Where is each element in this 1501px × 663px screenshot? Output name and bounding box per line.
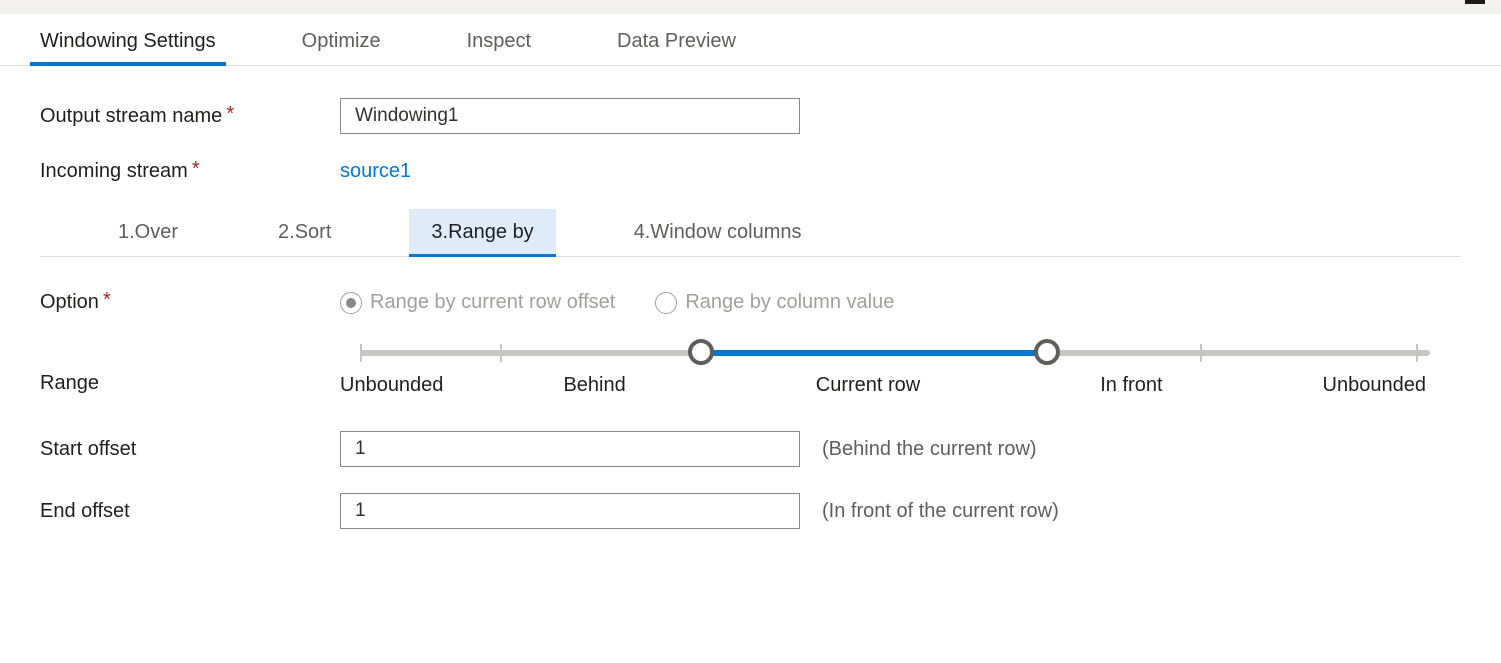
- output-stream-input[interactable]: [340, 98, 800, 134]
- slider-track: [340, 340, 1430, 364]
- tab-windowing-settings[interactable]: Windowing Settings: [30, 24, 226, 65]
- range-label: Range: [40, 340, 340, 395]
- slider-labels: Unbounded Behind Current row In front Un…: [340, 374, 1430, 397]
- menu-indicator-icon: [1465, 0, 1485, 4]
- incoming-stream-label: Incoming stream*: [40, 160, 340, 183]
- output-stream-label: Output stream name*: [40, 105, 340, 128]
- end-offset-input[interactable]: [340, 493, 800, 529]
- slider-mark-in-front: In front: [1100, 374, 1162, 397]
- incoming-stream-label-text: Incoming stream: [40, 160, 188, 182]
- start-offset-label: Start offset: [40, 438, 340, 461]
- required-asterisk-icon: *: [103, 289, 111, 311]
- slider-mark-unbounded-right: Unbounded: [1323, 374, 1426, 397]
- slider-mark-current-row: Current row: [816, 374, 920, 397]
- output-stream-label-text: Output stream name: [40, 105, 222, 127]
- top-strip: [0, 0, 1501, 14]
- subtab-window-columns[interactable]: 4.Window columns: [612, 209, 824, 256]
- range-slider[interactable]: Unbounded Behind Current row In front Un…: [340, 340, 1430, 397]
- option-radio-group: Range by current row offset Range by col…: [340, 291, 894, 314]
- sub-tabs: 1.Over 2.Sort 3.Range by 4.Window column…: [40, 209, 1461, 257]
- radio-range-by-column-label: Range by column value: [685, 291, 894, 314]
- radio-range-by-offset-label: Range by current row offset: [370, 291, 615, 314]
- slider-tick: [1416, 344, 1418, 362]
- slider-mark-behind: Behind: [563, 374, 625, 397]
- row-output-stream: Output stream name*: [40, 98, 1461, 134]
- row-option: Option* Range by current row offset Rang…: [40, 291, 1461, 314]
- slider-tick: [1200, 344, 1202, 362]
- row-range: Range Unbounded Behind Current row In fr…: [40, 340, 1461, 397]
- radio-range-by-offset[interactable]: Range by current row offset: [340, 291, 615, 314]
- required-asterisk-icon: *: [226, 103, 234, 125]
- tab-optimize[interactable]: Optimize: [292, 24, 391, 65]
- row-incoming-stream: Incoming stream* source1: [40, 160, 1461, 183]
- subtab-range-by[interactable]: 3.Range by: [409, 209, 555, 256]
- subtab-over[interactable]: 1.Over: [96, 209, 200, 256]
- slider-handle-start[interactable]: [688, 339, 714, 365]
- slider-tick: [360, 344, 362, 362]
- end-offset-hint: (In front of the current row): [822, 500, 1059, 523]
- required-asterisk-icon: *: [192, 158, 200, 180]
- incoming-stream-link[interactable]: source1: [340, 160, 411, 183]
- option-label-text: Option: [40, 291, 99, 313]
- start-offset-hint: (Behind the current row): [822, 438, 1037, 461]
- row-end-offset: End offset (In front of the current row): [40, 493, 1461, 529]
- slider-fill: [700, 350, 1045, 356]
- subtab-sort[interactable]: 2.Sort: [256, 209, 353, 256]
- start-offset-input[interactable]: [340, 431, 800, 467]
- radio-circle-icon: [655, 292, 677, 314]
- radio-circle-icon: [340, 292, 362, 314]
- slider-tick: [500, 344, 502, 362]
- option-label: Option*: [40, 291, 340, 314]
- slider-handle-end[interactable]: [1034, 339, 1060, 365]
- slider-mark-unbounded-left: Unbounded: [340, 374, 443, 397]
- settings-form: Output stream name* Incoming stream* sou…: [0, 66, 1501, 575]
- primary-tabs: Windowing Settings Optimize Inspect Data…: [0, 14, 1501, 66]
- radio-range-by-column[interactable]: Range by column value: [655, 291, 894, 314]
- row-start-offset: Start offset (Behind the current row): [40, 431, 1461, 467]
- tab-data-preview[interactable]: Data Preview: [607, 24, 746, 65]
- tab-inspect[interactable]: Inspect: [457, 24, 541, 65]
- end-offset-label: End offset: [40, 500, 340, 523]
